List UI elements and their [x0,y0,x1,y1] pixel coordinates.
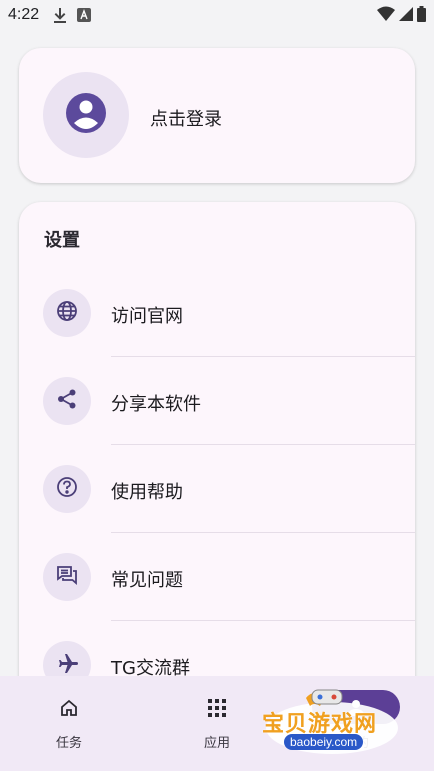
menu-item-faq[interactable]: 常见问题 [19,533,415,621]
menu-label: 常见问题 [111,570,183,591]
airplane-icon [56,652,78,678]
login-card[interactable]: 点击登录 [19,48,415,183]
menu-icon-background [43,289,91,337]
settings-title: 设置 [44,230,80,251]
globe-icon [56,300,78,326]
signal-icon [399,6,413,27]
avatar[interactable] [43,72,129,158]
nav-item-tasks[interactable]: 任务 [24,694,114,751]
menu-icon-background [43,465,91,513]
status-time: 4:22 [8,6,40,23]
menu-item-help[interactable]: 使用帮助 [19,445,415,533]
menu-label: 分享本软件 [111,394,201,415]
menu-item-share[interactable]: 分享本软件 [19,357,415,445]
grid-icon [172,694,262,722]
menu-icon-background [43,553,91,601]
nav-label: 应用 [203,736,230,751]
chat-bubbles-icon [56,564,78,590]
wifi-icon [377,6,395,27]
watermark: 宝贝游戏网 baobeiy.com [262,684,412,756]
menu-icon-background [43,377,91,425]
menu-item-website[interactable]: 访问官网 [19,269,415,357]
download-icon [53,7,67,23]
battery-icon [417,6,426,27]
account-circle-icon [65,92,107,138]
status-bar: 4:22 [0,0,434,30]
font-a-icon [77,8,92,22]
home-icon [24,694,114,722]
nav-item-apps[interactable]: 应用 [172,694,262,751]
menu-label: 使用帮助 [111,482,183,503]
menu-label: 访问官网 [111,306,183,327]
watermark-url: baobeiy.com [284,734,364,750]
help-circle-icon [56,476,78,502]
share-icon [56,388,78,414]
login-label[interactable]: 点击登录 [150,105,222,131]
nav-label: 任务 [55,736,82,751]
